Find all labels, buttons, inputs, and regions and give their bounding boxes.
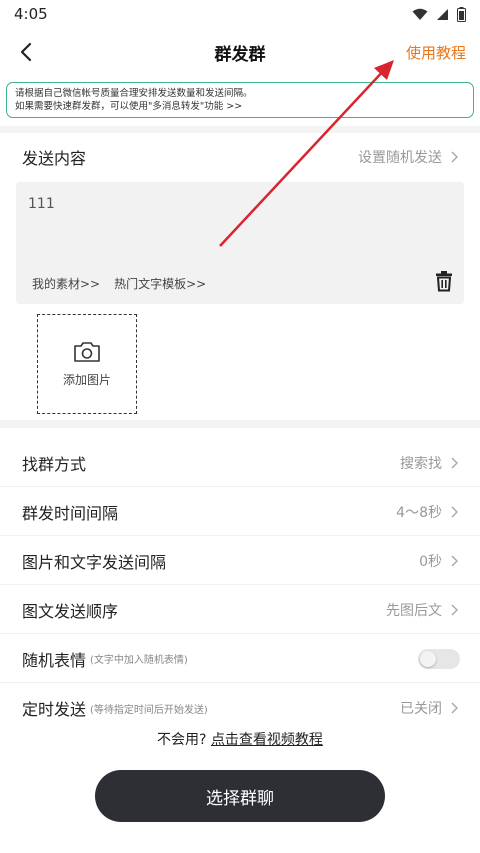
select-group-chat-button[interactable]: 选择群聊 (95, 770, 385, 822)
message-text-area[interactable]: 111 我的素材>> 热门文字模板>> (16, 182, 464, 304)
settings-row-interval[interactable]: 群发时间间隔 4～8秒 (0, 488, 480, 536)
interval-label: 群发时间间隔 (22, 503, 119, 523)
scheduled-sub: (等待指定时间后开始发送) (90, 704, 208, 716)
wifi-icon (412, 8, 428, 20)
page-title: 群发群 (214, 44, 266, 65)
help-line: 不会用? 点击查看视频教程 (0, 729, 480, 749)
find-group-label: 找群方式 (22, 454, 87, 474)
chevron-right-icon (450, 150, 460, 164)
section-divider (0, 420, 480, 428)
chevron-right-icon (450, 505, 460, 519)
scheduled-label: 定时发送 (22, 700, 87, 719)
toggle-knob (420, 650, 436, 667)
random-emoji-label: 随机表情 (22, 650, 87, 670)
camera-icon (74, 341, 100, 362)
send-content-label: 发送内容 (22, 149, 87, 168)
my-materials-link[interactable]: 我的素材>> (32, 275, 100, 292)
content-links: 我的素材>> 热门文字模板>> (32, 275, 206, 292)
battery-icon (457, 6, 466, 22)
chevron-right-icon (450, 456, 460, 470)
find-group-value: 搜索找 (400, 455, 442, 472)
random-send-setting[interactable]: 设置随机发送 (358, 147, 460, 167)
image-text-interval-label: 图片和文字发送间隔 (22, 552, 167, 572)
send-order-label: 图文发送顺序 (22, 601, 119, 621)
send-order-value: 先图后文 (386, 602, 442, 619)
signal-icon (437, 8, 448, 20)
settings-row-image-text-interval[interactable]: 图片和文字发送间隔 0秒 (0, 537, 480, 585)
random-emoji-setting (418, 648, 460, 669)
section-divider (0, 126, 480, 133)
status-icons (412, 6, 466, 22)
chevron-right-icon (450, 701, 460, 715)
send-order-setting: 先图后文 (386, 600, 460, 620)
tutorial-link[interactable]: 使用教程 (406, 42, 466, 63)
chevron-right-icon (450, 554, 460, 568)
chevron-right-icon (450, 603, 460, 617)
scheduled-value: 已关闭 (400, 701, 442, 717)
add-image-button[interactable]: 添加图片 (37, 314, 137, 414)
tip-banner[interactable]: 请根据自己微信帐号质量合理安排发送数量和发送间隔。 如果需要快速群发群，可以使用… (6, 82, 474, 118)
video-tutorial-link[interactable]: 点击查看视频教程 (211, 732, 323, 748)
back-button[interactable] (14, 38, 38, 66)
chevron-left-icon (20, 42, 32, 62)
image-text-interval-value: 0秒 (419, 553, 442, 570)
random-send-value: 设置随机发送 (358, 150, 442, 166)
settings-row-scheduled[interactable]: 定时发送 (等待指定时间后开始发送) 已关闭 (0, 684, 480, 732)
status-time: 4:05 (14, 5, 48, 23)
help-prefix: 不会用? (157, 732, 211, 748)
random-emoji-sub: (文字中加入随机表情) (90, 655, 188, 666)
tip-line-2: 如果需要快速群发群，可以使用"多消息转发"功能 >> (15, 101, 243, 112)
settings-row-send-order[interactable]: 图文发送顺序 先图后文 (0, 586, 480, 634)
trash-icon[interactable] (434, 270, 454, 292)
scheduled-setting: 已关闭 (400, 698, 460, 718)
add-image-label: 添加图片 (62, 372, 111, 387)
settings-row-find-group[interactable]: 找群方式 搜索找 (0, 439, 480, 487)
interval-setting: 4～8秒 (396, 502, 460, 522)
interval-value: 4～8秒 (396, 504, 442, 521)
find-group-setting: 搜索找 (400, 453, 460, 473)
random-emoji-toggle[interactable] (418, 648, 460, 669)
message-text[interactable]: 111 (28, 196, 55, 212)
send-content-row[interactable]: 发送内容 设置随机发送 (0, 133, 480, 181)
tip-line-1: 请根据自己微信帐号质量合理安排发送数量和发送间隔。 (15, 88, 253, 99)
status-bar: 4:05 (0, 0, 480, 28)
image-text-interval-setting: 0秒 (419, 551, 460, 571)
settings-row-random-emoji: 随机表情 (文字中加入随机表情) (0, 635, 480, 683)
hot-templates-link[interactable]: 热门文字模板>> (114, 275, 206, 292)
nav-bar: 群发群 使用教程 (0, 30, 480, 74)
